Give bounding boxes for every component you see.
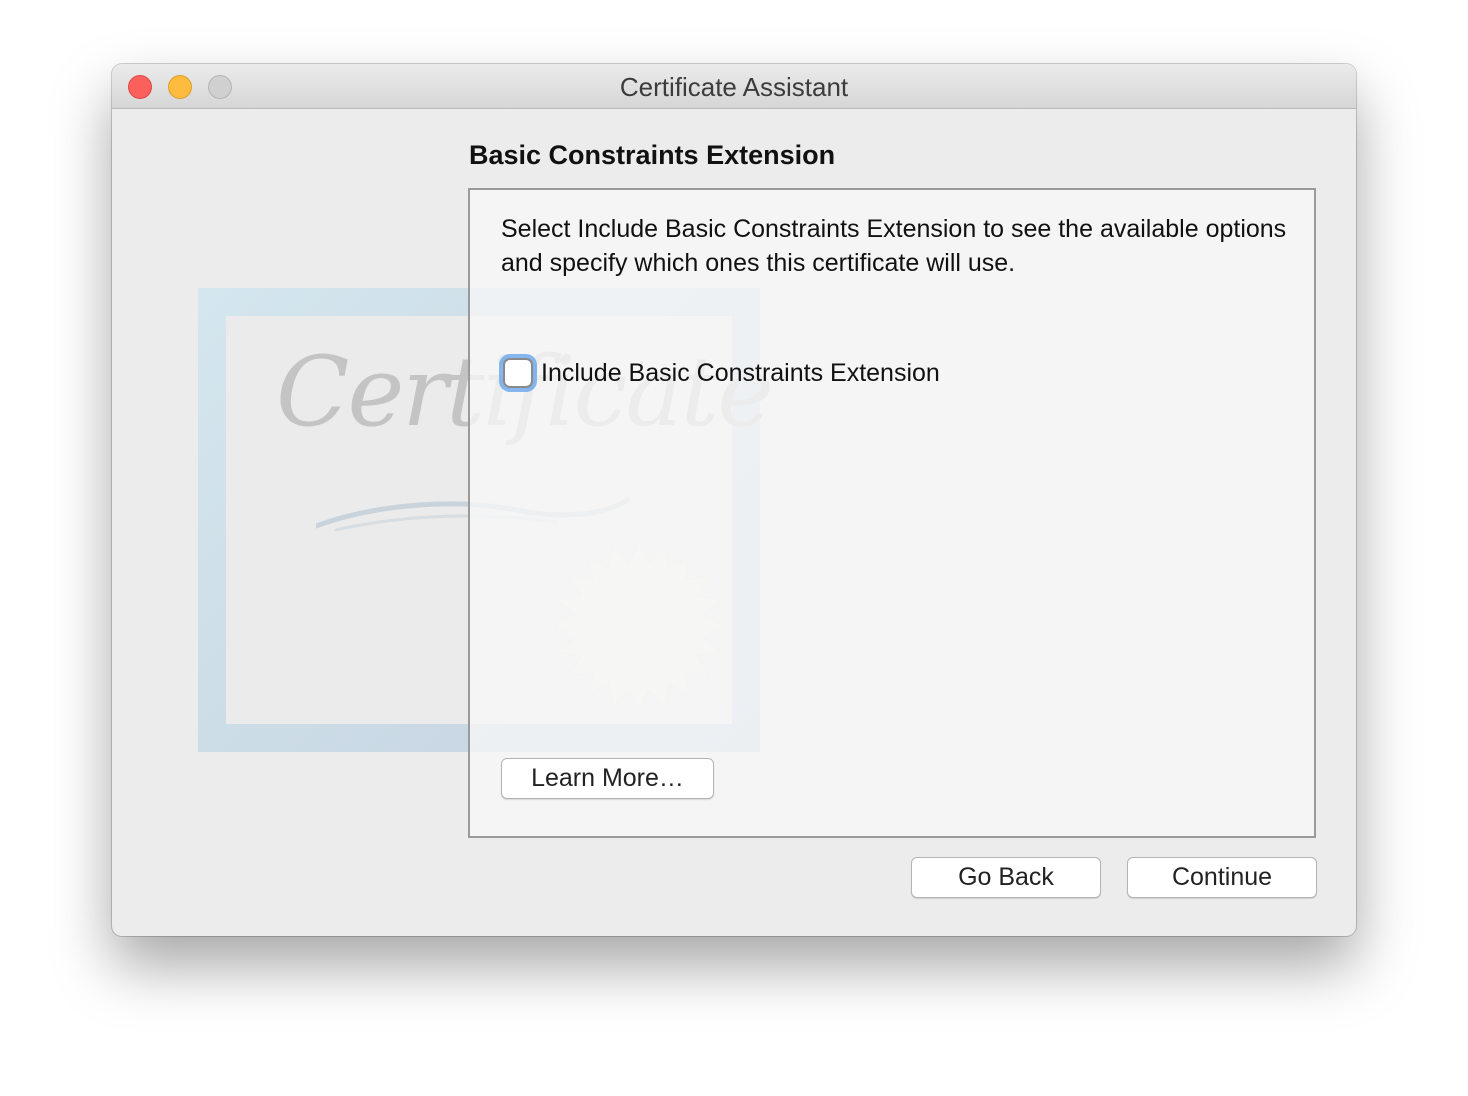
include-basic-constraints-row[interactable]: Include Basic Constraints Extension xyxy=(503,355,940,391)
include-basic-constraints-checkbox[interactable] xyxy=(503,358,533,388)
title-bar[interactable]: Certificate Assistant xyxy=(112,64,1356,109)
go-back-button[interactable]: Go Back xyxy=(911,857,1101,898)
close-button[interactable] xyxy=(128,75,152,99)
window-title: Certificate Assistant xyxy=(619,72,849,102)
certificate-assistant-window: Certificate Assistant Certificate Basic … xyxy=(112,64,1356,936)
zoom-button[interactable] xyxy=(208,75,232,99)
minimize-button[interactable] xyxy=(168,75,192,99)
include-basic-constraints-label[interactable]: Include Basic Constraints Extension xyxy=(541,359,940,388)
learn-more-button[interactable]: Learn More… xyxy=(501,758,714,799)
description-text: Select Include Basic Constraints Extensi… xyxy=(501,215,1287,277)
continue-button[interactable]: Continue xyxy=(1127,857,1317,898)
section-title: Basic Constraints Extension xyxy=(469,140,836,170)
content-panel: Select Include Basic Constraints Extensi… xyxy=(468,188,1316,838)
